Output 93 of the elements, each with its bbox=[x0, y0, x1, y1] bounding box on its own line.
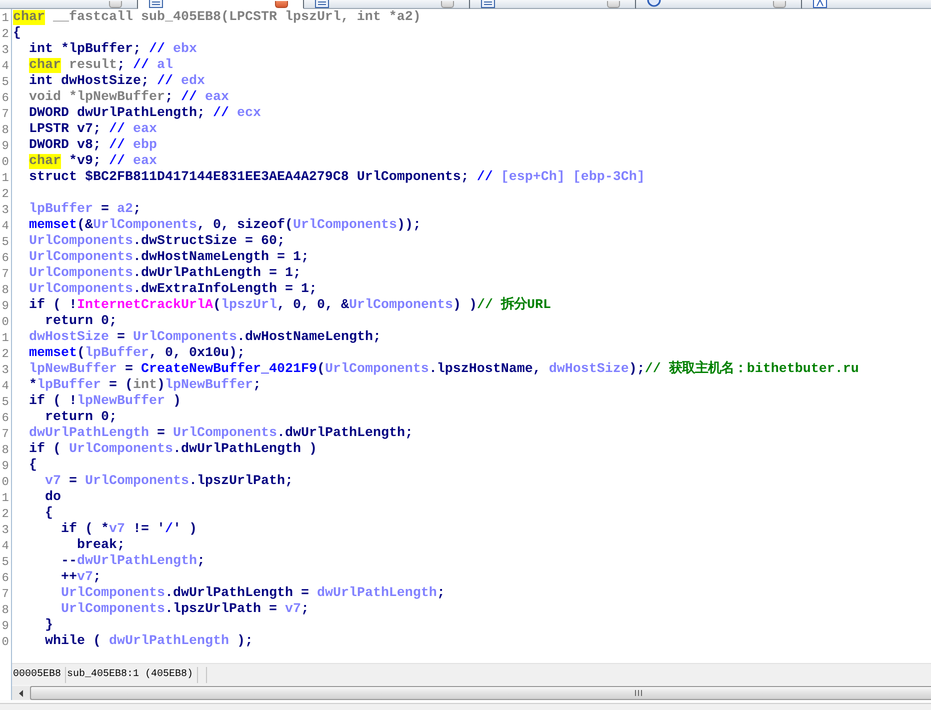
code-line: if ( !lpNewBuffer ) bbox=[29, 394, 181, 410]
line-number: 7 bbox=[0, 426, 10, 442]
line-number: 7 bbox=[0, 586, 10, 602]
code-line: break; bbox=[77, 538, 125, 554]
tab[interactable] bbox=[470, 0, 636, 9]
ring-icon bbox=[647, 0, 661, 8]
line-number: 0 bbox=[0, 154, 10, 170]
status-text: 00005EB8 bbox=[12, 666, 66, 682]
line-number: 9 bbox=[0, 298, 10, 314]
code-line: lpBuffer = a2; bbox=[29, 202, 141, 218]
tab[interactable] bbox=[138, 0, 304, 9]
line-number: 6 bbox=[0, 570, 10, 586]
code-line: if ( !InternetCrackUrlA(lpszUrl, 0, 0, &UrlComponents) )// 拆分URL bbox=[29, 298, 551, 314]
line-number: 7 bbox=[0, 266, 10, 282]
tab[interactable] bbox=[636, 0, 802, 9]
code-line: DWORD v8; // ebp bbox=[29, 138, 157, 154]
code-line: char __fastcall sub_405EB8(LPCSTR lpszUrl, int *a2) bbox=[13, 10, 421, 26]
code-line: char *v9; // eax bbox=[29, 154, 157, 170]
code-line: UrlComponents.dwStructSize = 60; bbox=[29, 234, 285, 250]
code-line: UrlComponents.dwExtraInfoLength = 1; bbox=[29, 282, 317, 298]
line-number: 2 bbox=[0, 26, 10, 42]
line-number: 4 bbox=[0, 538, 10, 554]
code-line: do bbox=[45, 490, 61, 506]
line-number: 5 bbox=[0, 554, 10, 570]
grip-icon bbox=[635, 690, 642, 696]
line-number: 1 bbox=[0, 490, 10, 506]
code-line: UrlComponents.dwUrlPathLength = dwUrlPathLength; bbox=[61, 586, 445, 602]
line-number: 8 bbox=[0, 282, 10, 298]
line-number: 6 bbox=[0, 410, 10, 426]
line-number: 6 bbox=[0, 90, 10, 106]
line-number: 4 bbox=[0, 378, 10, 394]
tab[interactable] bbox=[802, 0, 931, 9]
line-number: 1 bbox=[0, 10, 10, 26]
code-line: return 0; bbox=[45, 314, 117, 330]
line-number: 1 bbox=[0, 330, 10, 346]
code-line: UrlComponents.lpszUrlPath = v7; bbox=[61, 602, 309, 618]
code-line: if ( UrlComponents.dwUrlPathLength ) bbox=[29, 442, 317, 458]
code-line: UrlComponents.dwHostNameLength = 1; bbox=[29, 250, 309, 266]
code-line: { bbox=[45, 506, 53, 522]
line-number: 9 bbox=[0, 138, 10, 154]
code-line: lpNewBuffer = CreateNewBuffer_4021F9(UrlComponents.lpszHostName, dwHostSize);// 获取主机名：bithetbuter.ru bbox=[29, 362, 859, 378]
code-line: LPSTR v7; // eax bbox=[29, 122, 157, 138]
code-line: int dwHostSize; // edx bbox=[29, 74, 205, 90]
code-line: *lpBuffer = (int)lpNewBuffer; bbox=[29, 378, 261, 394]
code-line: struct $BC2FB811D417144E831EE3AEA4A279C8 UrlComponents; // [esp+Ch] [ebp-3Ch] bbox=[29, 170, 645, 186]
line-number: 4 bbox=[0, 218, 10, 234]
document-icon bbox=[315, 0, 329, 8]
line-number: 0 bbox=[0, 474, 10, 490]
code-line: char result; // al bbox=[29, 58, 173, 74]
document-icon bbox=[149, 0, 163, 8]
line-number: 8 bbox=[0, 442, 10, 458]
line-number: 2 bbox=[0, 186, 10, 202]
code-line: v7 = UrlComponents.lpszUrlPath; bbox=[45, 474, 293, 490]
line-number: 0 bbox=[0, 314, 10, 330]
code-line: if ( *v7 != '/' ) bbox=[61, 522, 197, 538]
status-text: sub_405EB8:1 (405EB8) bbox=[66, 666, 198, 682]
line-number: 2 bbox=[0, 506, 10, 522]
line-number: 8 bbox=[0, 602, 10, 618]
tab[interactable] bbox=[304, 0, 470, 9]
code-line: { bbox=[29, 458, 37, 474]
line-number: 9 bbox=[0, 458, 10, 474]
line-number: 6 bbox=[0, 250, 10, 266]
line-number: 4 bbox=[0, 58, 10, 74]
line-number: 3 bbox=[0, 522, 10, 538]
code-line: while ( dwUrlPathLength ); bbox=[45, 634, 253, 650]
caret-left-icon bbox=[19, 690, 23, 696]
line-number: 8 bbox=[0, 122, 10, 138]
line-number: 5 bbox=[0, 74, 10, 90]
line-number: 0 bbox=[0, 634, 10, 650]
line-number: 5 bbox=[0, 234, 10, 250]
line-number: 7 bbox=[0, 106, 10, 122]
line-number: 3 bbox=[0, 42, 10, 58]
line-number: 2 bbox=[0, 346, 10, 362]
close-button[interactable] bbox=[275, 1, 288, 8]
code-line: memset(lpBuffer, 0, 0x10u); bbox=[29, 346, 245, 362]
code-line: int *lpBuffer; // ebx bbox=[29, 42, 197, 58]
line-number: 3 bbox=[0, 202, 10, 218]
code-line: return 0; bbox=[45, 410, 117, 426]
code-line: { bbox=[13, 26, 21, 42]
code-line: UrlComponents.dwUrlPathLength = 1; bbox=[29, 266, 301, 282]
code-line: dwHostSize = UrlComponents.dwHostNameLength; bbox=[29, 330, 381, 346]
code-line: } bbox=[45, 618, 53, 634]
code-line: memset(&UrlComponents, 0, sizeof(UrlComponents)); bbox=[29, 218, 421, 234]
line-number: 3 bbox=[0, 362, 10, 378]
line-number: 5 bbox=[0, 394, 10, 410]
line-number: 9 bbox=[0, 618, 10, 634]
line-number: 1 bbox=[0, 170, 10, 186]
code-line: ++v7; bbox=[61, 570, 101, 586]
code-line: dwUrlPathLength = UrlComponents.dwUrlPathLength; bbox=[29, 426, 413, 442]
document-icon bbox=[481, 0, 495, 8]
code-line: void *lpNewBuffer; // eax bbox=[29, 90, 229, 106]
code-line: DWORD dwUrlPathLength; // ecx bbox=[29, 106, 261, 122]
code-line: --dwUrlPathLength; bbox=[61, 554, 205, 570]
